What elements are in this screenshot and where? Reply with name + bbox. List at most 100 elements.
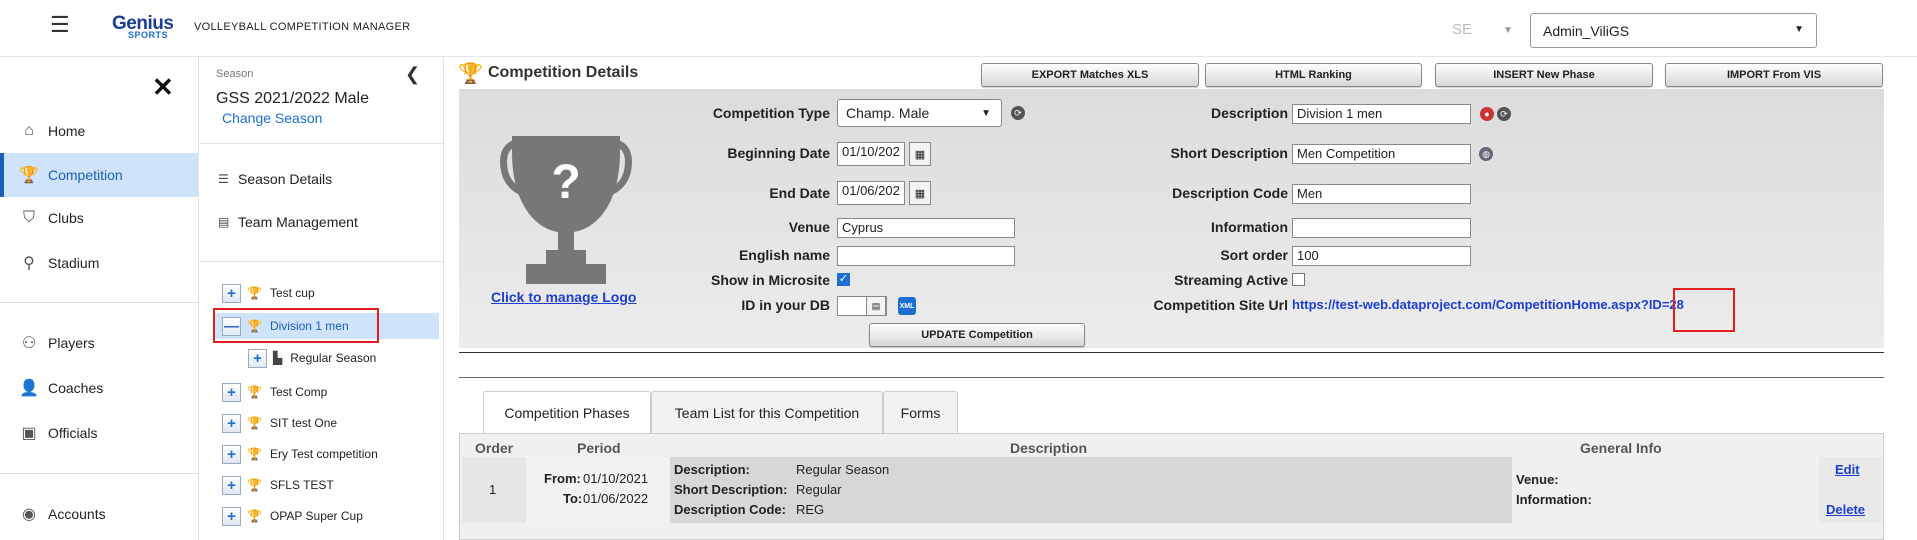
- information-input[interactable]: [1292, 218, 1471, 238]
- to-label: To:: [563, 491, 583, 506]
- nav-divider: [0, 473, 198, 474]
- site-url-link[interactable]: https://test-web.dataproject.com/Competi…: [1292, 297, 1684, 312]
- nav-label: Coaches: [48, 380, 104, 396]
- nav-item-stadium[interactable]: ⚲ Stadium: [0, 241, 198, 285]
- nav-label: Players: [48, 335, 95, 351]
- hamburger-menu-icon[interactable]: ☰: [50, 12, 70, 38]
- divider: [459, 352, 1884, 353]
- competition-type-value: Champ. Male: [846, 105, 930, 121]
- chevron-down-icon: ▼: [981, 108, 991, 119]
- expand-icon[interactable]: +: [222, 283, 241, 303]
- html-ranking-button[interactable]: HTML Ranking: [1205, 63, 1422, 87]
- page-title: Competition Details: [488, 64, 639, 81]
- xml-icon[interactable]: XML: [898, 297, 916, 315]
- show-microsite-label: Show in Microsite: [710, 272, 830, 288]
- close-icon[interactable]: ✕: [152, 72, 174, 103]
- venue-input[interactable]: Cyprus: [837, 218, 1015, 238]
- expand-icon[interactable]: +: [222, 506, 241, 526]
- end-date-input[interactable]: 01/06/202: [837, 181, 905, 205]
- expand-icon[interactable]: +: [222, 413, 241, 433]
- svg-text:?: ?: [551, 156, 580, 209]
- coach-icon: 👤: [19, 380, 39, 397]
- id-badge-icon: ▣: [21, 425, 37, 442]
- beginning-date-label: Beginning Date: [727, 145, 830, 161]
- tab-team-list[interactable]: Team List for this Competition: [651, 391, 883, 433]
- description-code-input[interactable]: Men: [1292, 184, 1471, 204]
- trophy-icon: 🏆: [247, 385, 262, 399]
- season-menu-label: Team Management: [238, 214, 358, 230]
- sort-order-label: Sort order: [1220, 247, 1288, 263]
- tree-item-label: Test cup: [269, 286, 315, 300]
- streaming-checkbox[interactable]: [1292, 273, 1305, 286]
- tab-competition-phases[interactable]: Competition Phases: [483, 391, 651, 434]
- streaming-label: Streaming Active: [1174, 272, 1288, 288]
- competition-type-select[interactable]: Champ. Male ▼: [837, 99, 1002, 127]
- trophy-icon: 🏆: [247, 447, 262, 461]
- tree-item[interactable]: + 🏆 Ery Test competition: [222, 441, 378, 467]
- information-label: Information: [1211, 219, 1288, 235]
- english-name-input[interactable]: [837, 246, 1015, 266]
- update-competition-button[interactable]: UPDATE Competition: [869, 323, 1085, 347]
- team-management-item[interactable]: ▤ Team Management: [218, 214, 358, 230]
- logo-sports: SPORTS: [128, 30, 169, 40]
- nav-item-clubs[interactable]: ⛉ Clubs: [0, 196, 198, 240]
- refresh-icon[interactable]: ⟳: [1497, 107, 1511, 121]
- nav-item-officials[interactable]: ▣ Officials: [0, 411, 198, 455]
- expand-icon[interactable]: +: [222, 382, 241, 402]
- import-vis-button[interactable]: IMPORT From VIS: [1665, 63, 1883, 87]
- tree-item[interactable]: + 🏆 OPAP Super Cup: [222, 503, 363, 529]
- nav-item-competition[interactable]: 🏆 Competition: [0, 153, 198, 197]
- tree-item[interactable]: + 🏆 Test cup: [222, 280, 315, 306]
- chevron-left-icon[interactable]: ❮: [405, 64, 420, 85]
- calendar-icon[interactable]: ▦: [909, 142, 931, 166]
- chevron-down-icon: ▼: [1794, 24, 1804, 35]
- nav-item-coaches[interactable]: 👤 Coaches: [0, 366, 198, 410]
- tab-forms[interactable]: Forms: [883, 391, 958, 433]
- manage-logo-link[interactable]: Click to manage Logo: [491, 289, 636, 305]
- delete-link[interactable]: Delete: [1826, 502, 1865, 517]
- user-select-value: Admin_ViliGS: [1543, 23, 1630, 39]
- nav-item-home[interactable]: ⌂ Home: [0, 109, 198, 153]
- season-name: GSS 2021/2022 Male: [216, 90, 369, 107]
- table-icon: ▤: [218, 215, 230, 229]
- trophy-placeholder-icon[interactable]: ?: [498, 132, 634, 288]
- user-select[interactable]: Admin_ViliGS ▼: [1530, 13, 1817, 48]
- expand-icon[interactable]: +: [222, 444, 241, 464]
- trophy-icon: 🏆: [247, 509, 262, 523]
- tree-item-label: Regular Season: [290, 351, 377, 365]
- language-select[interactable]: SE: [1452, 21, 1472, 38]
- tree-item-phase[interactable]: + ▙ Regular Season: [248, 345, 376, 371]
- season-details-item[interactable]: ☰ Season Details: [218, 171, 332, 187]
- refresh-icon[interactable]: ⟳: [1011, 106, 1025, 120]
- expand-icon[interactable]: +: [248, 348, 267, 368]
- sort-order-input[interactable]: 100: [1292, 246, 1471, 266]
- short-description-input[interactable]: Men Competition: [1292, 144, 1471, 164]
- change-season-link[interactable]: Change Season: [222, 110, 322, 126]
- globe-icon[interactable]: ◍: [1479, 147, 1493, 161]
- db-icon[interactable]: ▤: [866, 296, 886, 316]
- tree-item-label: OPAP Super Cup: [269, 509, 363, 523]
- nav-label: Competition: [48, 167, 123, 183]
- beginning-date-input[interactable]: 01/10/202: [837, 142, 905, 166]
- insert-phase-button[interactable]: INSERT New Phase: [1435, 63, 1653, 87]
- description-input[interactable]: Division 1 men: [1292, 104, 1471, 124]
- show-microsite-checkbox[interactable]: ✓: [837, 273, 850, 286]
- flag-icon[interactable]: ●: [1480, 107, 1494, 121]
- chevron-down-icon[interactable]: ▼: [1503, 25, 1513, 36]
- nav-item-players[interactable]: ⚇ Players: [0, 321, 198, 365]
- expand-icon[interactable]: +: [222, 475, 241, 495]
- calendar-icon[interactable]: ▦: [909, 181, 931, 205]
- tree-item[interactable]: + 🏆 SFLS TEST: [222, 472, 334, 498]
- desc-label: Description:: [674, 462, 750, 477]
- nav-divider: [0, 302, 198, 303]
- podium-icon: ▙: [273, 351, 283, 365]
- row-from-date: 01/10/2021: [583, 471, 649, 486]
- export-matches-button[interactable]: EXPORT Matches XLS: [981, 63, 1199, 87]
- edit-link[interactable]: Edit: [1835, 462, 1860, 477]
- tree-item[interactable]: + 🏆 SIT test One: [222, 410, 337, 436]
- tree-item[interactable]: + 🏆 Test Comp: [222, 379, 327, 405]
- row-short-description: Regular: [796, 482, 842, 497]
- trophy-icon: 🏆: [247, 416, 262, 430]
- short-desc-label: Short Description:: [674, 482, 788, 497]
- nav-item-accounts[interactable]: ◉ Accounts: [0, 492, 198, 536]
